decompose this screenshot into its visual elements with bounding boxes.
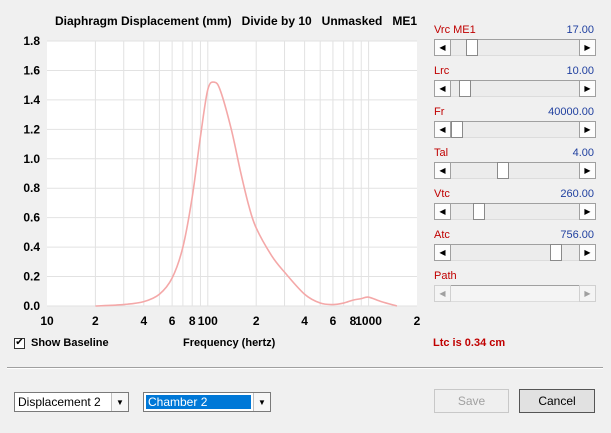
slider-label: Fr <box>434 106 445 118</box>
slider-label: Vtc <box>434 188 450 200</box>
arrow-right-icon[interactable]: ▶ <box>579 203 596 220</box>
app-window: 0.0 0.2 0.4 0.6 0.8 1.0 1.2 1.4 1.6 1.8 10 2 4 6 8 100 2… <box>0 0 611 433</box>
y-tick-label: 0.4 <box>23 240 40 254</box>
x-tick-label: 4 <box>301 314 308 328</box>
x-tick-label: 8 <box>189 314 196 328</box>
x-tick-label: 6 <box>330 314 337 328</box>
y-tick-label: 1.6 <box>23 63 40 77</box>
arrow-right-icon[interactable]: ▶ <box>579 244 596 261</box>
slider-track[interactable] <box>450 203 580 220</box>
slider-2: Lrc 10.00 ◀ ▶ <box>432 65 596 99</box>
y-tick-label: 0.6 <box>23 211 40 225</box>
chart-title: Diaphragm Displacement (mm) Divide by 10… <box>55 14 417 28</box>
slider-label: Vrc ME1 <box>434 24 476 36</box>
y-tick-label: 1.2 <box>23 122 40 136</box>
slider-thumb[interactable] <box>466 39 479 56</box>
arrow-right-icon[interactable]: ▶ <box>579 121 596 138</box>
y-tick-label: 1.8 <box>23 34 40 48</box>
chamber-select-value: Chamber 2 <box>146 395 251 409</box>
arrow-right-icon[interactable]: ▶ <box>579 39 596 56</box>
slider-thumb[interactable] <box>451 121 463 138</box>
slider-value: 260.00 <box>560 188 594 200</box>
slider-label: Atc <box>434 229 450 241</box>
displacement-select[interactable]: Displacement 2 ▼ <box>14 392 129 412</box>
arrow-left-icon[interactable]: ◀ <box>434 244 451 261</box>
x-axis-label: Frequency (hertz) <box>183 337 276 349</box>
slider-6: Atc 756.00 ◀ ▶ <box>432 229 596 263</box>
y-tick-label: 1.4 <box>23 93 40 107</box>
x-tick-label: 10 <box>40 314 54 328</box>
slider-value: 17.00 <box>566 24 594 36</box>
y-tick-label: 0.2 <box>23 270 40 284</box>
arrow-left-icon[interactable]: ◀ <box>434 203 451 220</box>
slider-track[interactable] <box>450 162 580 179</box>
arrow-right-icon[interactable]: ▶ <box>579 80 596 97</box>
x-tick-label: 2 <box>414 314 421 328</box>
slider-label: Tal <box>434 147 449 159</box>
y-tick-label: 1.0 <box>23 152 40 166</box>
slider-value: 10.00 <box>566 65 594 77</box>
slider-thumb[interactable] <box>549 244 562 261</box>
slider-track[interactable] <box>450 285 580 302</box>
x-tick-label: 6 <box>169 314 176 328</box>
save-button[interactable]: Save <box>434 389 509 413</box>
x-tick-label: 4 <box>140 314 147 328</box>
slider-value: 40000.00 <box>548 106 594 118</box>
arrow-right-icon[interactable]: ▶ <box>579 285 596 302</box>
slider-4: Tal 4.00 ◀ ▶ <box>432 147 596 181</box>
ltc-status: Ltc is 0.34 cm <box>433 337 506 349</box>
chevron-down-icon[interactable]: ▼ <box>253 393 270 411</box>
chevron-down-icon[interactable]: ▼ <box>111 393 128 411</box>
arrow-left-icon[interactable]: ◀ <box>434 80 451 97</box>
y-tick-label: 0.0 <box>23 299 40 313</box>
arrow-right-icon[interactable]: ▶ <box>579 162 596 179</box>
displacement-chart: 0.00.20.40.60.81.01.21.41.61.810 2 4 6 8 100 2… <box>23 14 421 328</box>
chamber-select[interactable]: Chamber 2 ▼ <box>143 392 271 412</box>
x-tick-label: 100 <box>198 314 218 328</box>
check-icon[interactable]: ✔ <box>14 337 25 349</box>
slider-thumb[interactable] <box>497 162 510 179</box>
arrow-left-icon[interactable]: ◀ <box>434 285 451 302</box>
x-tick-label: 2 <box>253 314 260 328</box>
x-tick-label: 2 <box>92 314 99 328</box>
arrow-left-icon[interactable]: ◀ <box>434 39 451 56</box>
slider-label: Lrc <box>434 65 450 77</box>
slider-thumb[interactable] <box>473 203 486 220</box>
show-baseline-label: Show Baseline <box>31 337 109 349</box>
slider-value: 4.00 <box>572 147 594 159</box>
divider <box>7 367 603 369</box>
slider-7: Path ◀ ▶ <box>432 270 596 304</box>
slider-label: Path <box>434 270 457 282</box>
displacement-select-value: Displacement 2 <box>18 395 101 409</box>
arrow-left-icon[interactable]: ◀ <box>434 162 451 179</box>
slider-1: Vrc ME1 17.00 ◀ ▶ <box>432 24 596 58</box>
y-tick-label: 0.8 <box>23 181 40 195</box>
slider-5: Vtc 260.00 ◀ ▶ <box>432 188 596 222</box>
arrow-left-icon[interactable]: ◀ <box>434 121 451 138</box>
slider-3: Fr 40000.00 ◀ ▶ <box>432 106 596 140</box>
slider-thumb[interactable] <box>459 80 472 97</box>
slider-track[interactable] <box>450 121 580 138</box>
x-tick-label: 1000 <box>355 314 382 328</box>
cancel-button[interactable]: Cancel <box>519 389 595 413</box>
show-baseline-checkbox[interactable]: ✔ Show Baseline <box>14 337 109 349</box>
slider-value: 756.00 <box>560 229 594 241</box>
